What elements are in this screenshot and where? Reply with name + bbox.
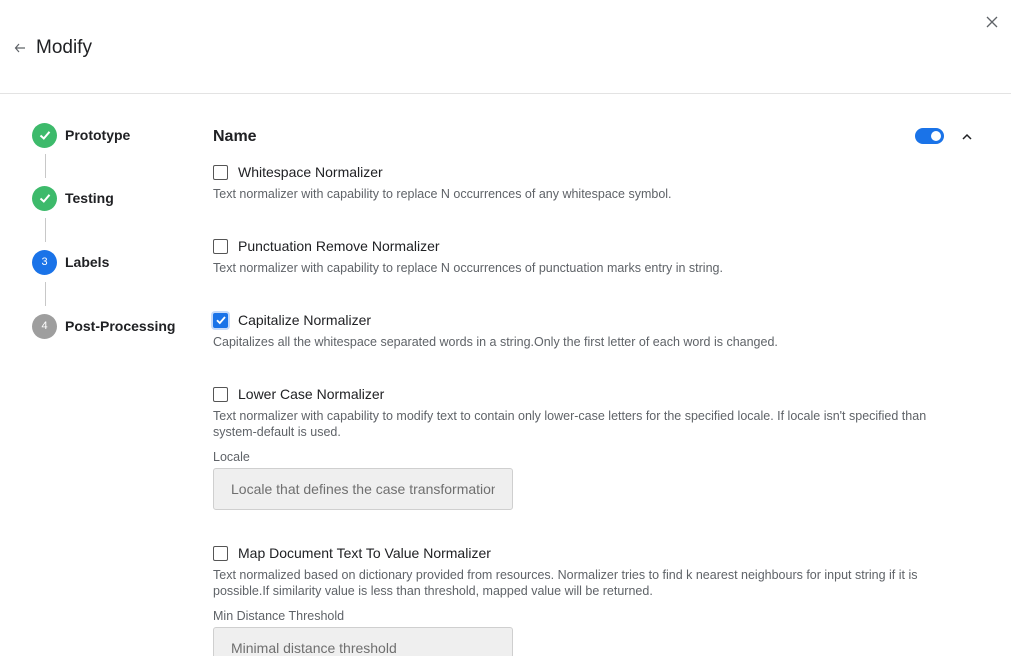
step-connector bbox=[45, 218, 46, 242]
step-testing[interactable]: Testing bbox=[32, 185, 202, 211]
page-title: Modify bbox=[36, 37, 92, 58]
step-connector bbox=[45, 154, 46, 178]
option-capitalize-normalizer: Capitalize Normalizer Capitalizes all th… bbox=[213, 310, 973, 350]
capitalize-normalizer-checkbox[interactable] bbox=[213, 312, 228, 328]
step-status-circle bbox=[32, 122, 57, 148]
option-map-document-text-to-value-normalizer: Map Document Text To Value Normalizer Te… bbox=[213, 543, 973, 656]
option-description: Text normalizer with capability to repla… bbox=[213, 261, 723, 275]
option-label: Punctuation Remove Normalizer bbox=[238, 238, 440, 254]
chevron-up-icon bbox=[962, 133, 972, 140]
min-distance-threshold-field-label: Min Distance Threshold bbox=[213, 609, 345, 623]
toggle-knob bbox=[931, 131, 941, 141]
section-enabled-toggle[interactable] bbox=[915, 128, 944, 144]
option-row: Whitespace Normalizer bbox=[213, 162, 973, 182]
step-label: Labels bbox=[65, 254, 110, 270]
option-description: Capitalizes all the whitespace separated… bbox=[213, 335, 778, 349]
option-lower-case-normalizer: Lower Case Normalizer Text normalizer wi… bbox=[213, 384, 973, 510]
dialog-header: Modify bbox=[0, 0, 1011, 94]
step-label: Prototype bbox=[65, 127, 131, 143]
collapse-button[interactable] bbox=[960, 130, 974, 144]
check-icon bbox=[215, 316, 226, 325]
arrow-left-icon bbox=[14, 43, 25, 53]
option-description: Text normalized based on dictionary prov… bbox=[213, 568, 918, 598]
step-number: 3 bbox=[32, 249, 57, 275]
lower-case-normalizer-checkbox[interactable] bbox=[213, 386, 228, 402]
option-label: Capitalize Normalizer bbox=[238, 312, 372, 328]
locale-field-label: Locale bbox=[213, 450, 250, 464]
min-distance-threshold-input[interactable] bbox=[213, 627, 513, 656]
option-description: Text normalizer with capability to modif… bbox=[213, 409, 927, 439]
option-row: Lower Case Normalizer bbox=[213, 384, 973, 404]
map-document-text-to-value-normalizer-checkbox[interactable] bbox=[213, 545, 228, 561]
step-connector bbox=[45, 282, 46, 306]
option-label: Map Document Text To Value Normalizer bbox=[238, 545, 491, 561]
step-label: Post-Processing bbox=[65, 318, 176, 334]
option-row: Capitalize Normalizer bbox=[213, 310, 973, 330]
step-post-processing[interactable]: 4 Post-Processing bbox=[32, 313, 202, 339]
option-whitespace-normalizer: Whitespace Normalizer Text normalizer wi… bbox=[213, 162, 973, 202]
step-number: 4 bbox=[32, 313, 57, 339]
option-label: Whitespace Normalizer bbox=[238, 164, 383, 180]
locale-input[interactable] bbox=[213, 468, 513, 510]
check-icon bbox=[39, 131, 50, 140]
close-icon bbox=[986, 16, 998, 28]
close-button[interactable] bbox=[983, 13, 1001, 31]
step-status-circle bbox=[32, 185, 57, 211]
step-label: Testing bbox=[65, 190, 114, 206]
step-prototype[interactable]: Prototype bbox=[32, 122, 202, 148]
whitespace-normalizer-checkbox[interactable] bbox=[213, 164, 228, 180]
check-icon bbox=[39, 194, 50, 203]
option-punctuation-remove-normalizer: Punctuation Remove Normalizer Text norma… bbox=[213, 236, 973, 276]
punctuation-remove-normalizer-checkbox[interactable] bbox=[213, 238, 228, 254]
section-title: Name bbox=[213, 128, 257, 145]
step-labels[interactable]: 3 Labels bbox=[32, 249, 202, 275]
option-description: Text normalizer with capability to repla… bbox=[213, 187, 672, 201]
option-label: Lower Case Normalizer bbox=[238, 386, 385, 402]
back-button[interactable] bbox=[12, 40, 28, 56]
option-row: Punctuation Remove Normalizer bbox=[213, 236, 973, 256]
option-row: Map Document Text To Value Normalizer bbox=[213, 543, 973, 563]
